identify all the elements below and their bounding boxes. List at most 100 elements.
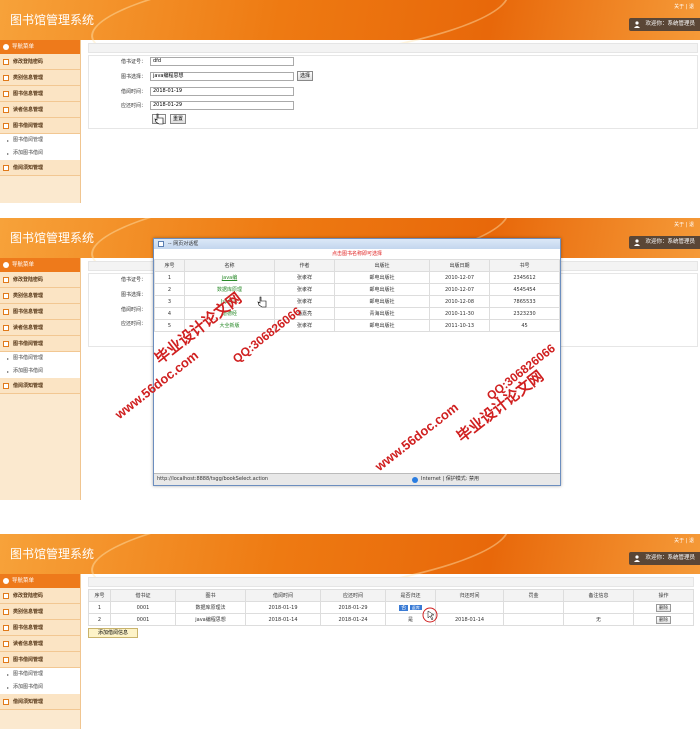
sidebar-sub-borrow-manage[interactable]: 图书借阅管理	[0, 668, 80, 681]
sidebar-sub-borrow-add[interactable]: 添加图书借阅	[0, 681, 80, 694]
delete-button[interactable]: 删除	[656, 615, 671, 624]
panel-add-borrow: 图书馆管理系统 关于 | 退 欢迎你：系统管理员 导航菜单 修改登陆密码 类别信…	[0, 0, 700, 203]
dialog-statusbar: http://localhost:8888/tsgg/bookSelect.ac…	[154, 473, 560, 485]
delete-button[interactable]: 删除	[656, 603, 671, 612]
sidebar-item-label: 图书借阅管理	[13, 341, 44, 347]
welcome-badge: 欢迎你：系统管理员	[629, 18, 700, 31]
sidebar-item-password[interactable]: 修改登陆密码	[0, 272, 80, 288]
sidebar-item-books[interactable]: 图书信息管理	[0, 620, 80, 636]
table-row: 1 java编 张孝祥 邮电出版社 2010-12-07 2345612	[154, 271, 560, 284]
menu-icon	[3, 383, 9, 389]
cell: 0001	[110, 613, 176, 626]
menu-icon	[3, 593, 9, 599]
welcome-text: 欢迎你：系统管理员	[645, 555, 695, 561]
sidebar-sub-borrow-add[interactable]: 添加图书借阅	[0, 365, 80, 378]
reset-button[interactable]: 重置	[170, 114, 186, 124]
cell: 4	[154, 307, 185, 320]
book-select-dialog: -- 网页对话框 点击图书名称即可选择 序号 名称 作者 出版社 出版日期 书号…	[153, 238, 561, 486]
add-borrow-button[interactable]: 添加借阅信息	[88, 628, 138, 638]
header-links[interactable]: 关于 | 退	[674, 537, 694, 544]
book-input[interactable]: java编程思想	[150, 72, 294, 81]
sidebar-item-label: 图书借阅管理	[13, 657, 44, 663]
nav-title: 导航菜单	[0, 258, 80, 272]
col-no: 序号	[154, 259, 185, 272]
cell: 2018-01-29	[320, 601, 386, 614]
user-icon	[634, 21, 641, 28]
select-book-button[interactable]: 选择	[297, 71, 313, 81]
sidebar-item-label: 类别信息管理	[13, 609, 44, 615]
sidebar-item-category[interactable]: 类别信息管理	[0, 288, 80, 304]
sidebar-item-readers[interactable]: 读者信息管理	[0, 320, 80, 336]
book-name-link[interactable]: java编	[184, 271, 275, 284]
col-date: 出版日期	[429, 259, 490, 272]
cell: 45	[489, 319, 560, 332]
sidebar-item-label: 修改登陆密码	[13, 59, 44, 65]
sidebar-item-readers[interactable]: 读者信息管理	[0, 102, 80, 118]
sidebar-item-notice[interactable]: 借阅须知管理	[0, 160, 80, 176]
col-no: 序号	[88, 589, 111, 602]
cell: 邮电出版社	[334, 271, 430, 284]
dialog-title: -- 网页对话框	[168, 241, 199, 247]
nav-title-label: 导航菜单	[12, 262, 35, 268]
col-author: 作者	[274, 259, 335, 272]
menu-icon	[3, 91, 9, 97]
card-input[interactable]: dfd	[150, 57, 294, 66]
cell: 张孝祥	[274, 271, 335, 284]
content-toolbar	[88, 577, 694, 587]
borrow-table: 序号 借书证 图书 借阅时间 应还时间 是否归还 归还时间 罚金 备注信息 操作…	[88, 589, 694, 626]
return-time-input[interactable]: 2018-01-29	[150, 101, 294, 110]
col-card: 借书证	[110, 589, 176, 602]
click-cursor-icon	[422, 607, 438, 623]
table-row: 2 数据库原理 张孝祥 邮电出版社 2010-12-07 4545454	[154, 283, 560, 296]
return-book-button[interactable]: 返库	[409, 605, 422, 610]
menu-icon	[3, 75, 9, 81]
sidebar-item-category[interactable]: 类别信息管理	[0, 604, 80, 620]
sidebar-item-notice[interactable]: 借阅须知管理	[0, 378, 80, 394]
sidebar-item-readers[interactable]: 读者信息管理	[0, 636, 80, 652]
sidebar-item-notice[interactable]: 借阅须知管理	[0, 694, 80, 710]
header-links[interactable]: 关于 | 退	[674, 3, 694, 10]
nav-dot-icon	[3, 578, 9, 584]
sidebar: 导航菜单 修改登陆密码 类别信息管理 图书信息管理 读者信息管理 图书借阅管理 …	[0, 574, 81, 729]
cell: 2323230	[489, 307, 560, 320]
sidebar-item-password[interactable]: 修改登陆密码	[0, 588, 80, 604]
sidebar-item-borrow[interactable]: 图书借阅管理	[0, 336, 80, 352]
sidebar-item-borrow[interactable]: 图书借阅管理	[0, 118, 80, 134]
col-returned: 是否归还	[385, 589, 436, 602]
cell: 7865533	[489, 295, 560, 308]
col-fine: 罚金	[503, 589, 564, 602]
status-zone: Internet | 保护模式: 禁用	[412, 474, 479, 485]
sidebar-sub-borrow-manage[interactable]: 图书借阅管理	[0, 134, 80, 147]
sidebar-item-books[interactable]: 图书信息管理	[0, 304, 80, 320]
table-row: 1 0001 数据库原理法 2018-01-19 2018-01-29 否 返库…	[88, 601, 694, 614]
hand-cursor-icon	[154, 113, 164, 125]
content-toolbar	[88, 43, 698, 53]
book-label: 图书选择：	[120, 74, 146, 80]
col-book: 图书	[175, 589, 246, 602]
sidebar-item-label: 修改登陆密码	[13, 277, 44, 283]
card-label: 借书证号：	[120, 59, 146, 65]
cell: 2010-12-08	[429, 295, 490, 308]
sidebar-item-category[interactable]: 类别信息管理	[0, 70, 80, 86]
menu-icon	[3, 625, 9, 631]
cell: 2	[88, 613, 111, 626]
sidebar-item-password[interactable]: 修改登陆密码	[0, 54, 80, 70]
sidebar-sub-borrow-manage[interactable]: 图书借阅管理	[0, 352, 80, 365]
header: 图书馆管理系统 关于 | 退 欢迎你：系统管理员	[0, 0, 700, 82]
borrow-time-label: 借阅时间：	[120, 307, 146, 313]
menu-icon	[3, 165, 9, 171]
cell	[563, 601, 634, 614]
sidebar-item-books[interactable]: 图书信息管理	[0, 86, 80, 102]
cell: 2	[154, 283, 185, 296]
cell: 1	[88, 601, 111, 614]
borrow-time-input[interactable]: 2018-01-19	[150, 87, 294, 96]
user-icon	[634, 555, 641, 562]
cell: 2011-10-13	[429, 319, 490, 332]
sidebar-item-label: 读者信息管理	[13, 107, 44, 113]
dialog-hint: 点击图书名称即可选择	[154, 249, 560, 259]
menu-icon	[3, 293, 9, 299]
col-name: 名称	[184, 259, 275, 272]
sidebar-item-borrow[interactable]: 图书借阅管理	[0, 652, 80, 668]
sidebar-sub-borrow-add[interactable]: 添加图书借阅	[0, 147, 80, 160]
header-links[interactable]: 关于 | 退	[674, 221, 694, 228]
